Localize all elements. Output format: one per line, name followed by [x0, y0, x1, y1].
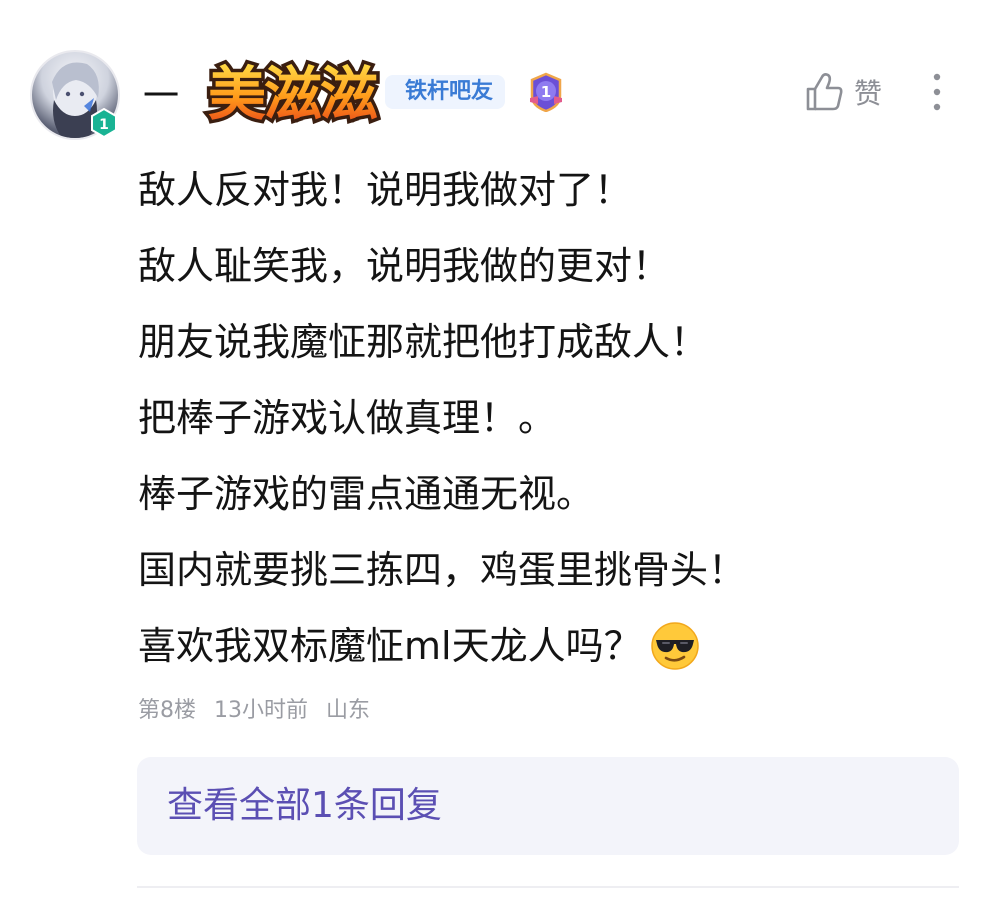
- view-replies-button[interactable]: 查看全部1条回复: [137, 757, 959, 855]
- svg-text:1: 1: [541, 83, 551, 101]
- post-content: 敌人反对我！说明我做对了！ 敌人耻笑我，说明我做的更对！ 朋友说我魔怔那就把他打…: [138, 152, 958, 684]
- divider: [137, 886, 959, 888]
- decorative-name-title: 美滋滋: [204, 57, 382, 132]
- level-badge-icon: 1: [91, 108, 117, 138]
- post-meta: 第8楼 13小时前 山东: [138, 692, 388, 724]
- view-replies-label: 查看全部1条回复: [167, 785, 442, 826]
- floor-number: 第8楼: [138, 698, 196, 723]
- content-line: 国内就要挑三拣四，鸡蛋里挑骨头！: [138, 548, 747, 592]
- sunglasses-emoji-icon: [650, 622, 699, 670]
- svg-text:美滋滋: 美滋滋: [208, 60, 377, 128]
- rank-badge-icon: 1: [530, 72, 562, 112]
- content-line-text: 喜欢我双标魔怔ml天龙人吗？: [138, 624, 642, 668]
- svg-text:1: 1: [99, 117, 109, 133]
- content-line: 敌人耻笑我，说明我做的更对！: [138, 244, 671, 288]
- thumbs-up-icon: [806, 73, 843, 111]
- content-line: 把棒子游戏认做真理！。: [138, 396, 557, 440]
- like-label: 赞: [854, 77, 883, 110]
- post-time: 13小时前: [214, 698, 308, 723]
- content-line: 敌人反对我！说明我做对了！: [138, 168, 633, 212]
- more-options-icon[interactable]: [920, 70, 954, 114]
- bar-member-tag[interactable]: 铁杆吧友: [385, 75, 506, 109]
- post-location: 山东: [326, 698, 371, 723]
- like-button[interactable]: 赞: [804, 70, 882, 114]
- content-line: 朋友说我魔怔那就把他打成敌人！: [138, 320, 709, 364]
- content-line-last: 喜欢我双标魔怔ml天龙人吗？: [138, 608, 958, 684]
- user-avatar[interactable]: 1: [30, 50, 120, 140]
- content-line: 棒子游戏的雷点通通无视。: [138, 472, 595, 516]
